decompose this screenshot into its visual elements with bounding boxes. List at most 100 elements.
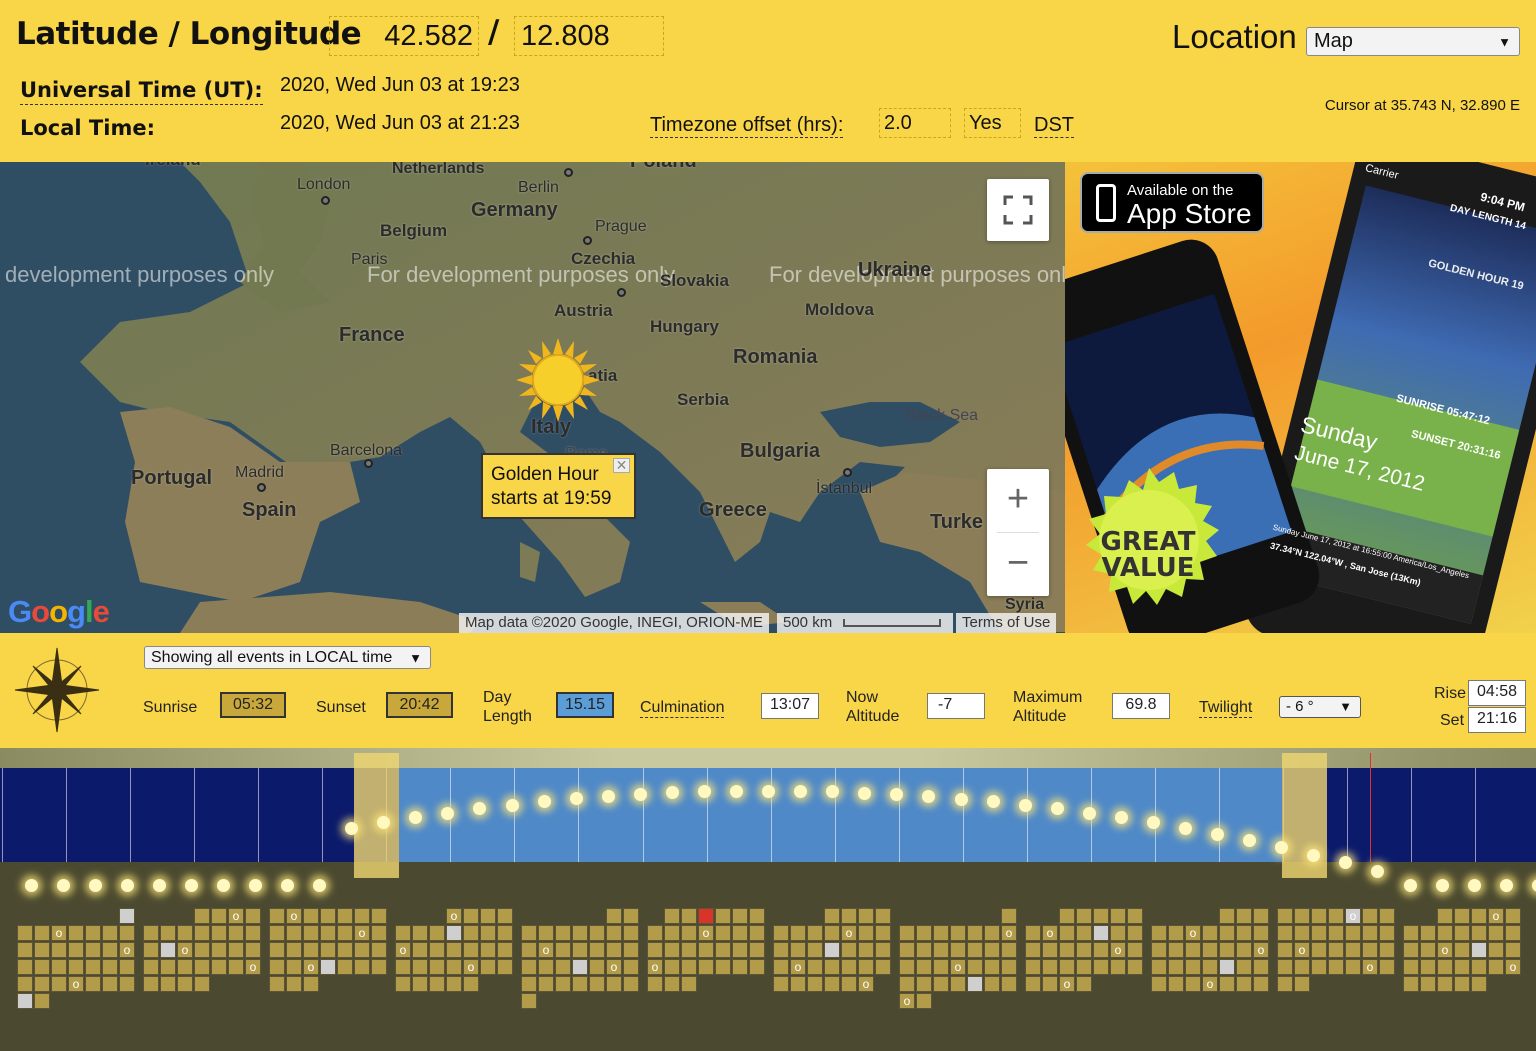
calendar-day[interactable] bbox=[1076, 942, 1092, 958]
calendar-day[interactable] bbox=[1294, 976, 1310, 992]
calendar-day[interactable] bbox=[68, 925, 84, 941]
calendar-day[interactable] bbox=[85, 925, 101, 941]
calendar-day[interactable] bbox=[1379, 908, 1395, 924]
calendar-day[interactable] bbox=[933, 959, 949, 975]
calendar-day[interactable] bbox=[858, 959, 874, 975]
calendar-day[interactable]: o bbox=[1110, 942, 1126, 958]
calendar-day[interactable] bbox=[521, 993, 537, 1009]
calendar-day[interactable] bbox=[681, 925, 697, 941]
calendar-day[interactable] bbox=[1345, 942, 1361, 958]
calendar-day[interactable] bbox=[916, 959, 932, 975]
calendar-day[interactable] bbox=[681, 976, 697, 992]
calendar-day[interactable] bbox=[933, 925, 949, 941]
calendar-day[interactable] bbox=[1488, 925, 1504, 941]
calendar-day[interactable] bbox=[681, 908, 697, 924]
calendar-day[interactable] bbox=[1505, 925, 1521, 941]
calendar-day[interactable] bbox=[950, 976, 966, 992]
longitude-input[interactable]: 12.808 bbox=[514, 16, 664, 56]
calendar-day[interactable] bbox=[916, 976, 932, 992]
calendar-day[interactable] bbox=[177, 976, 193, 992]
calendar-day[interactable] bbox=[664, 959, 680, 975]
fullscreen-button[interactable] bbox=[987, 179, 1049, 241]
calendar-day[interactable] bbox=[395, 959, 411, 975]
calendar-day[interactable] bbox=[1219, 908, 1235, 924]
calendar-day[interactable] bbox=[269, 925, 285, 941]
calendar-day[interactable] bbox=[647, 942, 663, 958]
events-select[interactable]: Showing all events in LOCAL time ▼ bbox=[144, 646, 431, 669]
calendar-day[interactable] bbox=[228, 925, 244, 941]
calendar-day[interactable] bbox=[1025, 959, 1041, 975]
calendar-day[interactable] bbox=[1403, 959, 1419, 975]
calendar-day[interactable] bbox=[412, 959, 428, 975]
calendar-day[interactable] bbox=[773, 925, 789, 941]
calendar-day[interactable]: o bbox=[1505, 959, 1521, 975]
calendar-day[interactable] bbox=[875, 908, 891, 924]
calendar-day[interactable] bbox=[916, 993, 932, 1009]
calendar-day[interactable] bbox=[664, 942, 680, 958]
calendar-day[interactable]: o bbox=[1042, 925, 1058, 941]
calendar-day[interactable] bbox=[303, 925, 319, 941]
calendar-day[interactable] bbox=[950, 942, 966, 958]
twilight-label[interactable]: Twilight bbox=[1199, 698, 1253, 718]
calendar-day[interactable] bbox=[606, 925, 622, 941]
calendar-day[interactable] bbox=[497, 942, 513, 958]
calendar-day[interactable] bbox=[1345, 959, 1361, 975]
calendar-day[interactable] bbox=[160, 942, 176, 958]
calendar-day[interactable] bbox=[337, 942, 353, 958]
calendar-day[interactable] bbox=[1219, 925, 1235, 941]
calendar-day[interactable] bbox=[34, 942, 50, 958]
calendar-day[interactable] bbox=[1042, 976, 1058, 992]
zoom-out-button[interactable]: − bbox=[987, 533, 1049, 596]
calendar-day[interactable] bbox=[143, 925, 159, 941]
calendar-day[interactable]: o bbox=[1059, 976, 1075, 992]
calendar-day[interactable] bbox=[1311, 908, 1327, 924]
calendar-day[interactable] bbox=[875, 925, 891, 941]
calendar-day[interactable] bbox=[1253, 959, 1269, 975]
calendar-day[interactable] bbox=[623, 976, 639, 992]
calendar-day[interactable] bbox=[984, 959, 1000, 975]
calendar-day[interactable] bbox=[1403, 942, 1419, 958]
calendar-day[interactable] bbox=[749, 925, 765, 941]
calendar-day[interactable] bbox=[606, 976, 622, 992]
calendar-day[interactable] bbox=[984, 942, 1000, 958]
calendar-day[interactable] bbox=[1362, 925, 1378, 941]
calendar-day[interactable]: o bbox=[1202, 976, 1218, 992]
calendar-day[interactable] bbox=[228, 959, 244, 975]
calendar-day[interactable] bbox=[119, 925, 135, 941]
calendar-day[interactable]: o bbox=[1345, 908, 1361, 924]
calendar-day[interactable] bbox=[623, 908, 639, 924]
calendar-day[interactable] bbox=[521, 959, 537, 975]
calendar-day[interactable] bbox=[1328, 908, 1344, 924]
calendar-day[interactable] bbox=[647, 976, 663, 992]
calendar-day[interactable] bbox=[337, 908, 353, 924]
calendar-day[interactable] bbox=[647, 925, 663, 941]
calendar-day[interactable] bbox=[211, 908, 227, 924]
calendar-day[interactable] bbox=[715, 925, 731, 941]
calendar-day[interactable] bbox=[555, 976, 571, 992]
calendar-day[interactable] bbox=[68, 959, 84, 975]
calendar-day[interactable] bbox=[773, 976, 789, 992]
calendar-day[interactable]: o bbox=[177, 942, 193, 958]
calendar-day[interactable] bbox=[824, 942, 840, 958]
calendar-day[interactable] bbox=[1127, 942, 1143, 958]
calendar-day[interactable] bbox=[480, 942, 496, 958]
calendar-day[interactable] bbox=[1168, 959, 1184, 975]
calendar-day[interactable] bbox=[1471, 959, 1487, 975]
calendar-day[interactable] bbox=[824, 976, 840, 992]
calendar-day[interactable] bbox=[34, 925, 50, 941]
calendar-day[interactable] bbox=[521, 925, 537, 941]
calendar-day[interactable] bbox=[1168, 942, 1184, 958]
calendar-day[interactable] bbox=[269, 976, 285, 992]
calendar-day[interactable] bbox=[1505, 942, 1521, 958]
ut-label[interactable]: Universal Time (UT): bbox=[20, 78, 263, 105]
calendar-day[interactable] bbox=[1488, 942, 1504, 958]
calendar-day[interactable] bbox=[463, 976, 479, 992]
calendar-day[interactable]: o bbox=[1185, 925, 1201, 941]
calendar-day[interactable]: o bbox=[1001, 925, 1017, 941]
calendar-day[interactable] bbox=[1437, 925, 1453, 941]
calendar-day[interactable]: o bbox=[245, 959, 261, 975]
calendar-day[interactable] bbox=[950, 925, 966, 941]
dst-input[interactable]: Yes bbox=[964, 108, 1021, 138]
calendar-day[interactable] bbox=[967, 976, 983, 992]
calendar-day[interactable] bbox=[446, 976, 462, 992]
